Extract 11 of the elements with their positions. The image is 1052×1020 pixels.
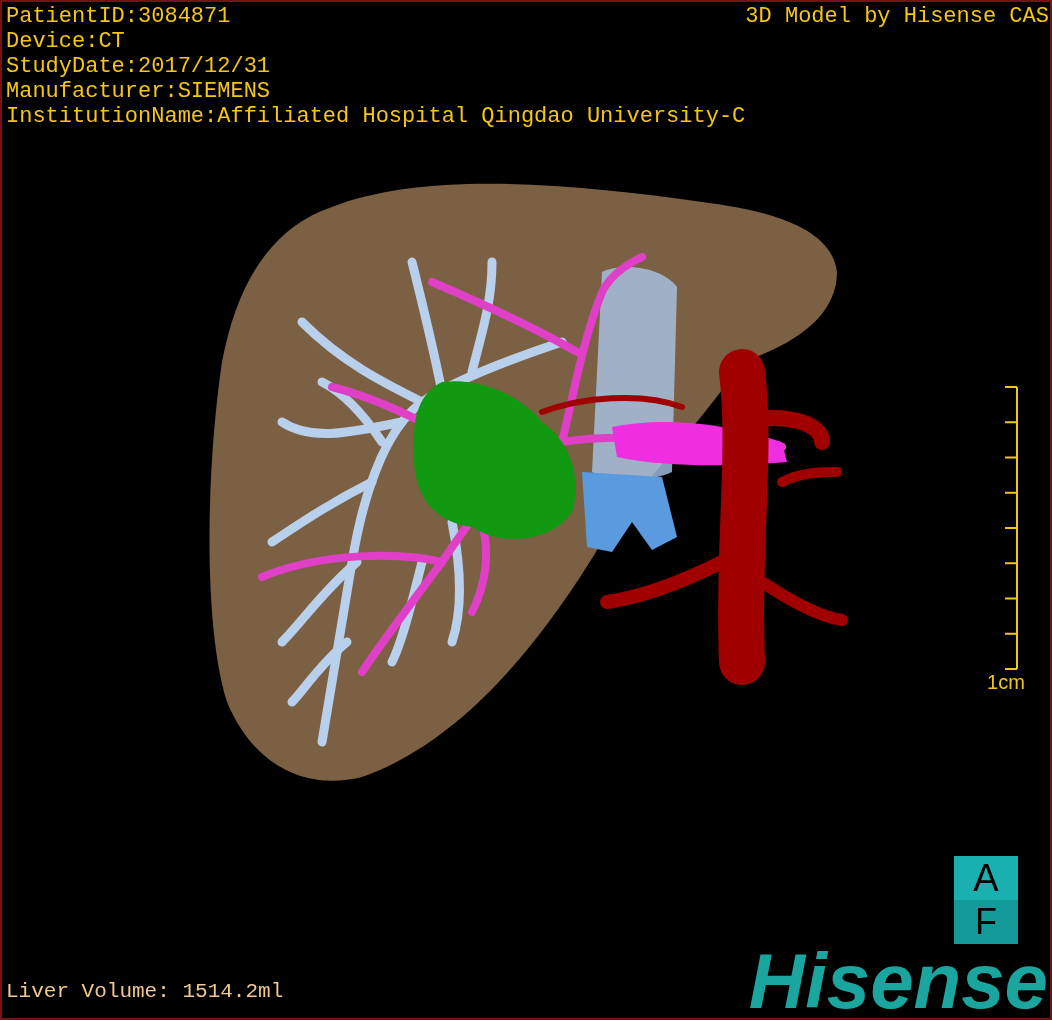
orientation-label: A [954,856,1018,900]
liver-volume: Liver Volume: 1514.2ml [5,980,284,1005]
viewer-title: 3D Model by Hisense CAS [745,4,1050,29]
info-line: PatientID:3084871 [6,4,232,29]
info-line: StudyDate:2017/12/31 [6,54,272,79]
info-line: InstitutionName:Affiliated Hospital Qingdao University-C [6,104,746,129]
orientation-label: F [954,900,1018,944]
scale-label: 1cm [987,670,1025,694]
brand-logo: Hisense [748,944,1049,1018]
info-line: Manufacturer:SIEMENS [6,79,272,104]
info-line: Device:CT [6,29,126,54]
